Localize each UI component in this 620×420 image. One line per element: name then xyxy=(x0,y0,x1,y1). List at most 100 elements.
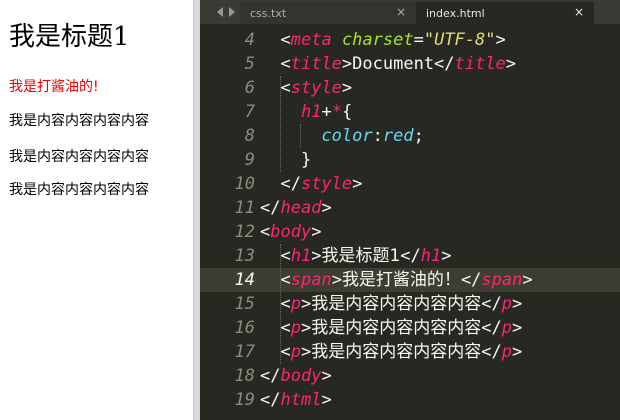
line-number: 4 xyxy=(244,30,255,50)
code-token: p xyxy=(501,294,512,314)
preview-heading: 我是标题1 xyxy=(9,22,130,52)
line-number: 5 xyxy=(244,54,255,74)
code-token: head xyxy=(280,198,322,218)
code-line[interactable]: </html> xyxy=(260,388,332,412)
code-token: </ xyxy=(460,270,482,290)
code-token: p xyxy=(290,318,301,338)
code-token: </ xyxy=(481,318,502,338)
code-token: color xyxy=(321,126,373,146)
code-token: < xyxy=(280,318,291,338)
code-line[interactable]: color:red; xyxy=(260,124,424,148)
code-line[interactable]: } xyxy=(260,148,311,172)
code-token: ; xyxy=(413,126,424,146)
code-token: > xyxy=(300,294,312,314)
code-token: < xyxy=(280,270,291,290)
preview-paragraph: 我是内容内容内容内容 xyxy=(9,182,149,198)
code-line[interactable]: <meta charset="UTF-8"> xyxy=(260,28,506,52)
line-number: 6 xyxy=(244,78,255,98)
code-line[interactable]: <body> xyxy=(260,220,321,244)
tab-prev-arrow-icon[interactable] xyxy=(217,7,223,17)
code-token: < xyxy=(280,294,291,314)
code-token: < xyxy=(260,222,271,242)
code-token: > xyxy=(505,54,516,74)
code-token: h1 xyxy=(300,102,322,122)
tab-index-html[interactable]: index.html × xyxy=(416,2,594,24)
code-line[interactable]: <style> xyxy=(260,76,352,100)
code-token: p xyxy=(290,342,301,362)
code-token: title xyxy=(290,54,342,74)
code-token: : xyxy=(372,126,383,146)
code-token: > xyxy=(495,30,506,50)
code-token: 我是标题1 xyxy=(321,246,401,266)
code-token: h1 xyxy=(290,246,312,266)
code-token: > xyxy=(331,270,342,290)
code-token: < xyxy=(280,246,291,266)
indent-guide xyxy=(300,124,301,148)
tab-css-txt[interactable]: css.txt × xyxy=(240,2,417,24)
code-token: + xyxy=(321,102,332,122)
preview-paragraph: 我是内容内容内容内容 xyxy=(9,149,149,165)
code-line[interactable]: <p>我是内容内容内容内容</p> xyxy=(260,340,522,364)
code-token: > xyxy=(352,174,363,194)
code-token: 我是内容内容内容内容 xyxy=(311,294,482,314)
code-line[interactable]: </body> xyxy=(260,364,332,388)
code-token: > xyxy=(511,294,523,314)
code-token: > xyxy=(511,342,523,362)
line-number: 16 xyxy=(234,318,255,338)
indent-guide xyxy=(280,244,281,364)
line-number: 19 xyxy=(234,390,255,410)
line-number: 12 xyxy=(234,222,255,242)
close-icon[interactable]: × xyxy=(396,5,406,19)
code-token: </ xyxy=(400,246,421,266)
tab-next-arrow-icon[interactable] xyxy=(229,7,235,17)
code-line[interactable]: <span>我是打酱油的！</span> xyxy=(260,268,533,292)
line-number: 15 xyxy=(234,294,255,314)
code-line[interactable]: </head> xyxy=(260,196,332,220)
code-line[interactable]: <p>我是内容内容内容内容</p> xyxy=(260,316,522,340)
line-number: 18 xyxy=(234,366,255,386)
code-line[interactable]: <title>Document</title> xyxy=(260,52,516,76)
indent-guide xyxy=(280,76,281,172)
code-token: 我是内容内容内容内容 xyxy=(311,342,482,362)
code-token: { xyxy=(341,102,353,122)
close-icon[interactable]: × xyxy=(574,5,584,19)
code-token: > xyxy=(300,342,312,362)
code-token: </ xyxy=(260,390,281,410)
code-token: > xyxy=(321,366,332,386)
code-token: < xyxy=(280,78,291,98)
code-token: >Document</ xyxy=(341,54,455,74)
line-number: 9 xyxy=(244,150,255,170)
code-token: span xyxy=(290,270,332,290)
code-token: "UTF-8" xyxy=(423,30,496,50)
code-token: </ xyxy=(481,342,502,362)
tab-bar: css.txt × index.html × xyxy=(200,0,620,24)
code-line[interactable]: <p>我是内容内容内容内容</p> xyxy=(260,292,522,316)
line-number: 13 xyxy=(234,246,255,266)
code-editor[interactable]: css.txt × index.html × 4 5 6 7 8 9 10 11 12 13 14 1… xyxy=(200,0,620,420)
code-token: </ xyxy=(260,366,281,386)
code-token: style xyxy=(300,174,353,194)
pane-divider[interactable] xyxy=(193,0,200,420)
code-token: h1 xyxy=(420,246,442,266)
code-token: 我是内容内容内容内容 xyxy=(311,318,482,338)
code-token: > xyxy=(441,246,452,266)
code-token: p xyxy=(290,294,301,314)
code-token: > xyxy=(522,270,533,290)
code-line[interactable]: </style> xyxy=(260,172,362,196)
code-token: </ xyxy=(280,174,301,194)
code-token: body xyxy=(280,366,322,386)
code-token: </ xyxy=(481,294,502,314)
code-line[interactable]: <h1>我是标题1</h1> xyxy=(260,244,452,268)
code-token: meta xyxy=(290,30,332,50)
code-token: body xyxy=(270,222,312,242)
code-line[interactable]: h1+*{ xyxy=(260,100,352,124)
code-token: p xyxy=(501,342,512,362)
code-token: } xyxy=(300,150,312,170)
line-number: 8 xyxy=(244,126,255,146)
